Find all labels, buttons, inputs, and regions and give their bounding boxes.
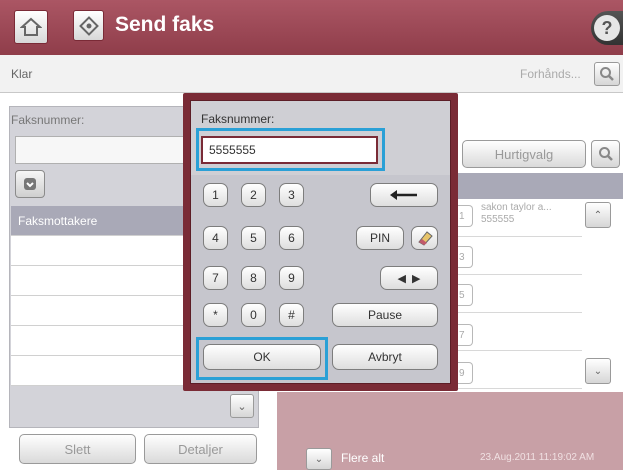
help-icon: ? <box>594 15 620 41</box>
list-item[interactable] <box>457 351 582 389</box>
speed-dial-entry-number: 555555 <box>481 214 515 225</box>
list-item[interactable] <box>457 237 582 275</box>
cancel-button[interactable]: Avbryt <box>332 344 438 370</box>
cursor-arrows-button[interactable]: ◀ ▶ <box>380 266 438 290</box>
speed-dial-index[interactable]: 3 <box>457 246 473 268</box>
speed-dial-list <box>457 199 582 389</box>
status-bar: Klar Forhånds... <box>0 55 623 93</box>
speed-dial-index[interactable]: 5 <box>457 284 473 306</box>
status-text: Klar <box>11 67 33 81</box>
fax-send-icon <box>73 10 104 41</box>
speed-dial-index[interactable]: 1 <box>457 205 473 227</box>
chevron-down-icon: ⌄ <box>237 400 247 413</box>
key-2[interactable]: 2 <box>241 183 266 207</box>
home-button[interactable] <box>14 10 48 44</box>
fax-number-label: Faksnummer: <box>11 113 85 127</box>
delete-button[interactable]: Slett <box>19 434 136 464</box>
list-item[interactable] <box>457 275 582 313</box>
datetime: 23.Aug.2011 11:19:02 AM <box>480 452 595 463</box>
key-6[interactable]: 6 <box>279 226 304 250</box>
speed-dial-search-button[interactable] <box>591 140 620 168</box>
more-options-label: Flere alt <box>341 451 385 465</box>
speed-dial-entry-name: sakon taylor a... <box>481 202 552 213</box>
preview-button[interactable] <box>594 62 620 86</box>
recipient-list-title: Faksmottakere <box>18 214 98 228</box>
key-5[interactable]: 5 <box>241 226 266 250</box>
key-4[interactable]: 4 <box>203 226 228 250</box>
chevron-down-icon: ⌄ <box>314 453 324 465</box>
page-title: Send faks <box>115 13 215 36</box>
fax-number-input[interactable] <box>201 136 378 164</box>
speed-dial-scroll-down-button[interactable]: ⌄ <box>585 358 611 384</box>
key-1[interactable]: 1 <box>203 183 228 207</box>
key-0[interactable]: 0 <box>241 303 266 327</box>
pause-button[interactable]: Pause <box>332 303 438 327</box>
speed-dial-scroll-up-button[interactable]: ⌃ <box>585 202 611 228</box>
arrow-right-icon: ▶ <box>412 272 421 285</box>
key-3[interactable]: 3 <box>279 183 304 207</box>
details-button[interactable]: Detaljer <box>144 434 257 464</box>
backspace-button[interactable] <box>370 183 438 207</box>
list-item[interactable] <box>457 313 582 351</box>
speed-dial-index[interactable]: 9 <box>457 362 473 384</box>
speed-dial-header <box>457 173 623 199</box>
clear-button[interactable] <box>411 226 438 250</box>
arrow-down-icon <box>24 178 36 190</box>
recipient-scroll-down-button[interactable]: ⌄ <box>230 394 254 418</box>
key-star[interactable]: * <box>203 303 228 327</box>
key-9[interactable]: 9 <box>279 266 304 290</box>
key-7[interactable]: 7 <box>203 266 228 290</box>
dialog-fax-number-label: Faksnummer: <box>201 112 275 126</box>
arrow-left-icon: ◀ <box>397 272 406 285</box>
ok-button[interactable]: OK <box>203 344 321 370</box>
key-hash[interactable]: # <box>279 303 304 327</box>
speed-dial-index[interactable]: 7 <box>457 324 473 346</box>
preview-label: Forhånds... <box>520 67 581 81</box>
speed-dial-button[interactable]: Hurtigvalg <box>462 140 586 168</box>
home-icon <box>20 17 42 36</box>
app-header: Send faks ? <box>0 0 623 55</box>
eraser-icon <box>417 231 433 246</box>
backspace-arrow-icon <box>390 190 417 200</box>
chevron-up-icon: ⌃ <box>593 209 603 221</box>
magnifier-icon <box>600 67 614 81</box>
chevron-down-icon: ⌄ <box>593 365 603 377</box>
magnifier-icon <box>598 147 613 161</box>
help-button[interactable]: ? <box>591 11 623 45</box>
pin-button[interactable]: PIN <box>356 226 404 250</box>
key-8[interactable]: 8 <box>241 266 266 290</box>
more-options-button[interactable]: ⌄ <box>306 448 332 470</box>
download-button[interactable] <box>15 170 45 198</box>
